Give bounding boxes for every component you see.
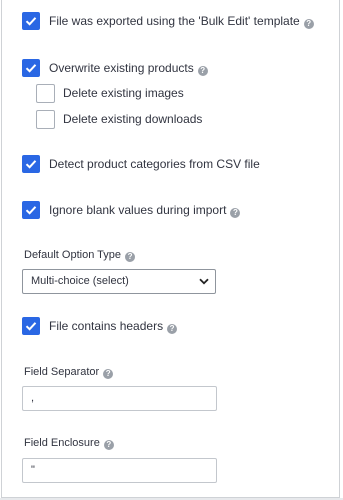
help-icon[interactable]: ?	[303, 19, 314, 29]
headers-text: File contains headers	[49, 319, 164, 333]
check-icon	[25, 160, 37, 169]
detect-categories-label: Detect product categories from CSV file	[49, 157, 260, 171]
help-icon[interactable]: ?	[197, 66, 208, 76]
default-option-type-value: Multi-choice (select)	[31, 275, 129, 287]
help-icon[interactable]: ?	[167, 324, 178, 334]
field-separator-value: ,	[31, 392, 35, 404]
overwrite-text: Overwrite existing products	[49, 61, 194, 75]
chevron-down-icon	[199, 278, 209, 285]
overwrite-checkbox[interactable]	[22, 59, 40, 77]
help-icon[interactable]: ?	[103, 440, 114, 450]
detect-categories-checkbox[interactable]	[22, 155, 40, 173]
ignore-blank-text: Ignore blank values during import	[49, 203, 227, 217]
help-icon[interactable]: ?	[125, 252, 136, 262]
bulk-edit-text: File was exported using the 'Bulk Edit' …	[49, 14, 300, 28]
field-enclosure-text: Field Enclosure	[24, 437, 100, 449]
field-separator-input[interactable]: ,	[22, 386, 217, 411]
headers-label: File contains headers?	[49, 319, 178, 334]
check-icon	[25, 64, 37, 73]
default-option-type-label: Default Option Type?	[24, 249, 136, 262]
check-icon	[25, 17, 37, 26]
check-icon	[25, 206, 37, 215]
delete-downloads-label: Delete existing downloads	[63, 112, 203, 126]
field-enclosure-input[interactable]: "	[22, 458, 217, 483]
ignore-blank-label: Ignore blank values during import?	[49, 203, 241, 218]
field-separator-text: Field Separator	[24, 366, 100, 378]
field-enclosure-label: Field Enclosure?	[24, 437, 114, 450]
check-icon	[25, 322, 37, 331]
overwrite-label: Overwrite existing products?	[49, 61, 208, 76]
field-enclosure-value: "	[31, 464, 35, 476]
delete-images-checkbox[interactable]	[36, 84, 55, 103]
delete-downloads-checkbox[interactable]	[36, 110, 55, 129]
default-option-type-text: Default Option Type	[24, 249, 122, 261]
help-icon[interactable]: ?	[230, 208, 241, 218]
help-icon[interactable]: ?	[103, 369, 114, 379]
headers-checkbox[interactable]	[22, 317, 40, 335]
delete-images-label: Delete existing images	[63, 86, 184, 100]
bulk-edit-label: File was exported using the 'Bulk Edit' …	[49, 14, 314, 29]
field-separator-label: Field Separator?	[24, 366, 114, 379]
default-option-type-select[interactable]: Multi-choice (select)	[22, 269, 216, 294]
bulk-edit-checkbox[interactable]	[22, 12, 40, 30]
import-options-panel: File was exported using the 'Bulk Edit' …	[1, 0, 340, 498]
ignore-blank-checkbox[interactable]	[22, 201, 40, 219]
